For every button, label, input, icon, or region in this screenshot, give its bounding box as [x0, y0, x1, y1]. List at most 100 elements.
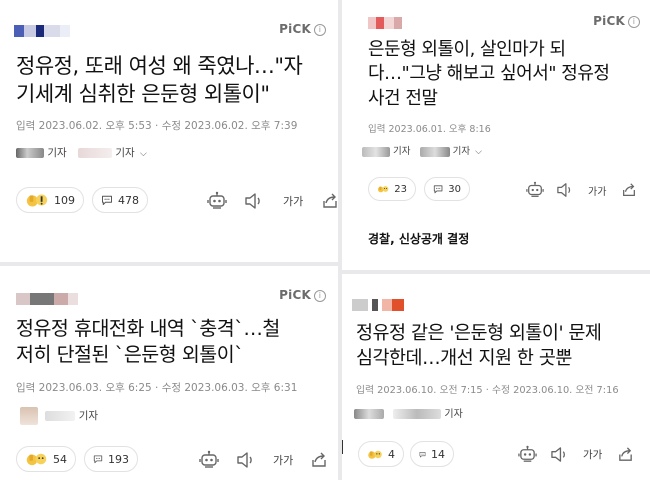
timestamp: 입력 2023.06.10. 오전 7:15 · 수정 2023.06.10. …: [356, 385, 619, 396]
article-card[interactable]: PiCK i 정유정 휴대전화 내역 `충격`…철 저히 단절된 `은둔형 외톨이…: [0, 266, 338, 480]
listen-button[interactable]: [244, 192, 264, 210]
summary-button[interactable]: [207, 191, 227, 211]
summary-button[interactable]: [518, 445, 537, 464]
reporter-label: 기자: [444, 409, 463, 420]
pick-badge: PiCK i: [279, 288, 326, 302]
timestamp: 입력 2023.06.01. 오후 8:16: [368, 124, 491, 135]
summary-button[interactable]: [526, 181, 544, 199]
reaction-emoji-icon: [26, 453, 47, 466]
reporter-name-redacted: [354, 409, 384, 419]
reporter-label: 기자: [452, 146, 471, 157]
pick-badge: PiCK i: [279, 22, 326, 36]
chevron-down-icon[interactable]: ⌵: [475, 147, 482, 157]
comment-button[interactable]: 193: [84, 446, 138, 472]
text-cursor: [342, 440, 343, 454]
reporter-list[interactable]: 기자 기자 ⌵: [16, 145, 147, 160]
article-card[interactable]: 정유정 같은 '은둔형 외톨이' 문제 심각한데…개선 지원 한 곳뿐 입력 2…: [342, 274, 650, 480]
article-card[interactable]: PiCK i 은둔형 외톨이, 살인마가 되 다…"그냥 해보고 싶어서" 정유정…: [342, 0, 650, 270]
reaction-button[interactable]: 23: [368, 177, 416, 201]
font-size-label: 가가: [588, 187, 607, 198]
font-size-button[interactable]: 가가: [283, 193, 303, 209]
pick-label: PiCK: [593, 14, 625, 28]
press-logo[interactable]: [352, 294, 404, 311]
headline-line: 정유정 휴대전화 내역 `충격`…철: [16, 317, 280, 340]
pick-badge: PiCK i: [593, 14, 640, 28]
share-icon: [312, 452, 326, 467]
reporter-list[interactable]: 기자 기자 ⌵: [362, 143, 482, 157]
reaction-emoji-icon: [377, 186, 389, 193]
reaction-button[interactable]: 109: [16, 187, 84, 213]
reaction-count: 23: [394, 183, 407, 195]
share-button[interactable]: [617, 446, 634, 463]
press-logo[interactable]: [14, 20, 70, 37]
reporter-list[interactable]: 기자: [354, 405, 463, 420]
comment-button[interactable]: 30: [424, 177, 470, 201]
reporter-name-redacted: [393, 409, 442, 419]
reporter-name-redacted: [78, 148, 113, 158]
comment-icon: [419, 451, 426, 457]
reporter-label: 기자: [115, 147, 135, 159]
reporter-name-redacted: [45, 411, 76, 421]
share-button[interactable]: [310, 451, 328, 469]
comment-button[interactable]: 14: [410, 441, 454, 467]
font-size-label: 가가: [583, 449, 603, 461]
comment-icon: [102, 195, 112, 205]
info-icon[interactable]: i: [314, 24, 326, 36]
comment-count: 478: [118, 193, 139, 207]
headline[interactable]: 정유정 휴대전화 내역 `충격`…철 저히 단절된 `은둔형 외톨이`: [16, 316, 332, 369]
share-icon: [323, 193, 337, 208]
section-subheading: 경찰, 신상공개 결정: [368, 232, 470, 246]
robot-summary-icon: [518, 445, 537, 462]
comment-button[interactable]: 478: [92, 187, 148, 213]
article-card[interactable]: PiCK i 정유정, 또래 여성 왜 죽였나…"자 기세계 심취한 은둔형 외톨…: [0, 0, 338, 262]
headline-line: 사건 전말: [368, 87, 438, 109]
font-size-label: 가가: [273, 454, 294, 467]
chevron-down-icon[interactable]: ⌵: [140, 149, 147, 159]
headline[interactable]: 정유정 같은 '은둔형 외톨이' 문제 심각한데…개선 지원 한 곳뿐: [356, 322, 648, 372]
robot-summary-icon: [199, 450, 219, 468]
reporter-name-redacted: [16, 148, 44, 158]
reporter-name-redacted: [362, 146, 390, 157]
speaker-icon: [245, 193, 260, 209]
reaction-count: 54: [53, 452, 67, 466]
share-button[interactable]: [321, 192, 338, 210]
comment-count: 193: [108, 452, 129, 466]
reaction-button[interactable]: 4: [358, 441, 404, 467]
speaker-icon: [237, 452, 252, 468]
reaction-button[interactable]: 54: [16, 446, 76, 472]
font-size-label: 가가: [283, 195, 304, 208]
headline-line: 심각한데…개선 지원 한 곳뿐: [356, 347, 572, 369]
comment-icon: [93, 455, 103, 464]
font-size-button[interactable]: 가가: [588, 183, 606, 198]
reaction-emoji-icon: [368, 450, 382, 459]
listen-button[interactable]: [236, 451, 256, 469]
timestamp: 입력 2023.06.02. 오후 5:53 · 수정 2023.06.02. …: [16, 120, 298, 132]
headline[interactable]: 정유정, 또래 여성 왜 죽였나…"자 기세계 심취한 은둔형 외톨이": [16, 52, 331, 109]
summary-button[interactable]: [199, 450, 219, 470]
pick-label: PiCK: [279, 22, 311, 36]
share-button[interactable]: [621, 182, 637, 198]
press-logo[interactable]: [368, 12, 402, 29]
reporter-list[interactable]: 기자: [20, 407, 98, 425]
font-size-button[interactable]: 가가: [583, 447, 602, 462]
pick-label: PiCK: [279, 288, 311, 302]
share-icon: [623, 183, 635, 196]
reaction-count: 4: [388, 447, 395, 461]
info-icon[interactable]: i: [314, 290, 326, 302]
reporter-label: 기자: [393, 146, 411, 157]
speaker-icon: [557, 183, 571, 197]
font-size-button[interactable]: 가가: [273, 452, 293, 468]
info-icon[interactable]: i: [628, 16, 640, 28]
listen-button[interactable]: [550, 446, 569, 463]
comment-count: 14: [431, 447, 445, 461]
reporter-label: 기자: [78, 410, 99, 422]
headline-line: 정유정, 또래 여성 왜 죽였나…"자: [16, 54, 303, 78]
headline-line: 은둔형 외톨이, 살인마가 되: [368, 39, 566, 60]
headline-line: 정유정 같은 '은둔형 외톨이' 문제: [356, 323, 602, 344]
robot-summary-icon: [207, 191, 227, 209]
comment-icon: [433, 185, 443, 194]
listen-button[interactable]: [556, 182, 574, 198]
headline[interactable]: 은둔형 외톨이, 살인마가 되 다…"그냥 해보고 싶어서" 정유정 사건 전말: [368, 38, 644, 111]
press-logo[interactable]: [16, 288, 78, 305]
share-icon: [619, 447, 632, 461]
